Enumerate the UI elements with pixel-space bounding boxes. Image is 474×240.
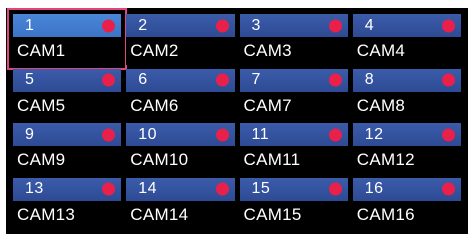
- camera-tile-7[interactable]: 7 CAM7: [239, 68, 348, 119]
- camera-name: CAM14: [126, 200, 235, 228]
- camera-tile-header: 7: [239, 68, 348, 92]
- status-dot-icon: [102, 128, 116, 141]
- camera-number: 8: [364, 71, 375, 88]
- camera-grid: 1 CAM1 2 CAM2 3 CAM3 4 CAM4 5 CAM5 6 CAM6 7 CAM7 8 CAM8…: [6, 8, 461, 228]
- status-dot-icon: [442, 128, 455, 141]
- camera-tile-header: 14: [126, 177, 235, 201]
- camera-name: CAM11: [239, 146, 348, 174]
- camera-name: CAM9: [13, 146, 122, 174]
- camera-tile-15[interactable]: 15 CAM15: [239, 177, 348, 228]
- status-dot-icon: [442, 19, 455, 32]
- status-dot-icon: [102, 19, 116, 32]
- camera-tile-header: 3: [239, 14, 348, 37]
- camera-number: 4: [364, 16, 375, 34]
- camera-selection-panel: 1 CAM1 2 CAM2 3 CAM3 4 CAM4 5 CAM5 6 CAM6 7 CAM7 8 CAM8…: [6, 8, 468, 234]
- camera-number: 3: [251, 16, 261, 34]
- camera-tile-10[interactable]: 10 CAM10: [126, 123, 235, 174]
- status-dot-icon: [215, 128, 229, 141]
- camera-name: CAM8: [352, 91, 461, 119]
- camera-tile-header: 10: [126, 123, 235, 146]
- status-dot-icon: [328, 128, 342, 141]
- status-dot-icon: [215, 19, 229, 32]
- status-dot-icon: [215, 182, 229, 196]
- status-dot-icon: [328, 19, 342, 32]
- camera-tile-12[interactable]: 12 CAM12: [352, 123, 461, 174]
- camera-number: 7: [251, 71, 261, 88]
- camera-number: 16: [364, 180, 384, 197]
- camera-tile-header: 13: [13, 177, 122, 201]
- camera-name: CAM6: [126, 91, 235, 119]
- camera-number: 9: [25, 125, 35, 143]
- camera-tile-4[interactable]: 4 CAM4: [352, 14, 461, 65]
- camera-number: 15: [251, 180, 271, 197]
- camera-tile-13[interactable]: 13 CAM13: [13, 177, 122, 228]
- status-dot-icon: [328, 73, 342, 87]
- camera-name: CAM3: [239, 37, 348, 65]
- camera-name: CAM1: [13, 37, 122, 65]
- camera-tile-3[interactable]: 3 CAM3: [239, 14, 348, 65]
- camera-tile-16[interactable]: 16 CAM16: [352, 177, 461, 228]
- status-dot-icon: [442, 73, 455, 87]
- status-dot-icon: [102, 73, 116, 87]
- status-dot-icon: [328, 182, 342, 196]
- camera-name: CAM12: [352, 146, 461, 174]
- camera-number: 12: [364, 125, 384, 143]
- camera-tile-header: 9: [13, 123, 122, 146]
- camera-name: CAM5: [13, 91, 122, 119]
- camera-tile-header: 1: [13, 14, 122, 37]
- camera-name: CAM16: [352, 200, 461, 228]
- camera-name: CAM13: [13, 200, 122, 228]
- camera-tile-header: 15: [239, 177, 348, 201]
- camera-tile-header: 16: [352, 177, 461, 201]
- camera-number: 1: [25, 16, 35, 34]
- camera-tile-header: 2: [126, 14, 235, 37]
- camera-tile-14[interactable]: 14 CAM14: [126, 177, 235, 228]
- camera-tile-header: 5: [13, 68, 122, 92]
- camera-tile-5[interactable]: 5 CAM5: [13, 68, 122, 119]
- camera-tile-header: 12: [352, 123, 461, 146]
- camera-tile-2[interactable]: 2 CAM2: [126, 14, 235, 65]
- camera-tile-9[interactable]: 9 CAM9: [13, 123, 122, 174]
- camera-number: 11: [251, 125, 270, 143]
- camera-number: 6: [138, 71, 148, 88]
- camera-tile-header: 11: [239, 123, 348, 146]
- camera-number: 14: [138, 180, 158, 197]
- camera-name: CAM15: [239, 200, 348, 228]
- camera-number: 10: [138, 125, 158, 143]
- status-dot-icon: [442, 182, 455, 196]
- camera-tile-8[interactable]: 8 CAM8: [352, 68, 461, 119]
- status-dot-icon: [215, 73, 229, 87]
- camera-number: 2: [138, 16, 148, 34]
- camera-name: CAM2: [126, 37, 235, 65]
- camera-name: CAM4: [352, 37, 461, 65]
- camera-name: CAM7: [239, 91, 348, 119]
- camera-number: 13: [25, 180, 44, 197]
- camera-tile-header: 6: [126, 68, 235, 92]
- camera-tile-1[interactable]: 1 CAM1: [6, 8, 128, 69]
- camera-tile-header: 8: [352, 68, 461, 92]
- camera-tile-header: 4: [352, 14, 461, 37]
- camera-tile-11[interactable]: 11 CAM11: [239, 123, 348, 174]
- camera-tile-6[interactable]: 6 CAM6: [126, 68, 235, 119]
- camera-number: 5: [25, 71, 35, 88]
- status-dot-icon: [102, 182, 116, 196]
- camera-name: CAM10: [126, 146, 235, 174]
